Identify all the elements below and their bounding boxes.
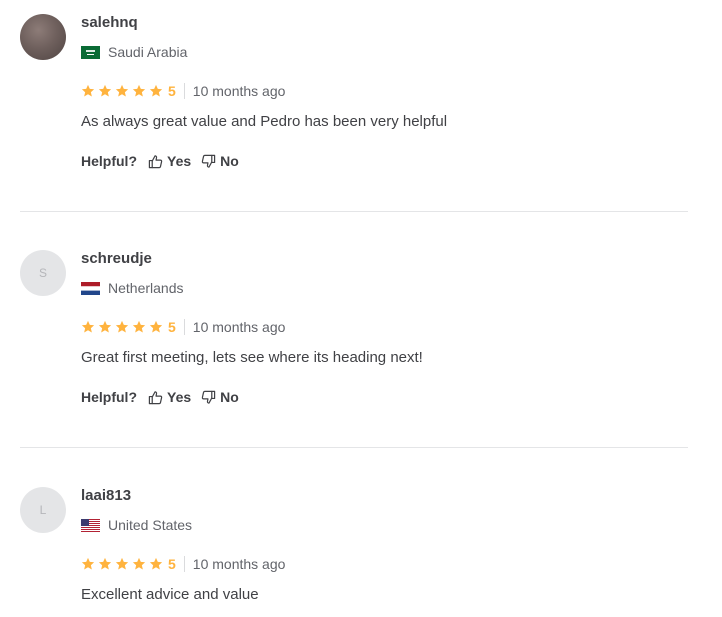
helpful-label: Helpful? <box>81 153 137 169</box>
star-icon <box>149 557 163 571</box>
rating: 5 10 months ago <box>81 555 285 573</box>
yes-label: Yes <box>167 389 192 405</box>
review-divider <box>20 211 688 212</box>
yes-label: Yes <box>167 153 192 169</box>
rating: 5 10 months ago <box>81 318 285 336</box>
star-icon <box>115 320 129 334</box>
avatar[interactable] <box>20 14 66 60</box>
star-icon <box>98 84 112 98</box>
star-icon <box>81 320 95 334</box>
review-text: As always great value and Pedro has been… <box>81 113 448 130</box>
star-icon <box>132 84 146 98</box>
helpful-yes-button[interactable]: Yes <box>148 153 191 169</box>
star-icon <box>132 320 146 334</box>
star-icon <box>98 557 112 571</box>
avatar[interactable]: L <box>20 487 66 533</box>
helpful-no-button[interactable]: No <box>201 389 239 405</box>
review-text: Excellent advice and value <box>81 586 259 603</box>
review-time: 10 months ago <box>192 83 286 99</box>
rating: 5 10 months ago <box>81 82 285 100</box>
reviewer-country: Netherlands <box>81 280 184 296</box>
star-icon <box>115 84 129 98</box>
reviewer-country: United States <box>81 517 192 533</box>
rating-value: 5 <box>168 319 176 335</box>
helpful-yes-button[interactable]: Yes <box>148 389 191 405</box>
reviewer-name[interactable]: salehnq <box>81 14 138 31</box>
star-icon <box>149 320 163 334</box>
review-time: 10 months ago <box>192 319 286 335</box>
thumbs-down-icon <box>201 154 216 169</box>
review-time: 10 months ago <box>192 556 286 572</box>
rating-value: 5 <box>168 556 176 572</box>
no-label: No <box>220 389 239 405</box>
thumbs-up-icon <box>148 390 163 405</box>
divider <box>183 83 185 99</box>
helpful-no-button[interactable]: No <box>201 153 239 169</box>
reviewer-country: Saudi Arabia <box>81 44 187 60</box>
avatar[interactable]: S <box>20 250 66 296</box>
reviewer-name[interactable]: laai813 <box>81 487 131 504</box>
review-text: Great first meeting, lets see where its … <box>81 349 423 366</box>
thumbs-up-icon <box>148 154 163 169</box>
country-name: Saudi Arabia <box>108 44 188 60</box>
star-icon <box>81 557 95 571</box>
no-label: No <box>220 153 239 169</box>
reviews-list: salehnq Saudi Arabia 5 10 months ago As … <box>0 0 722 617</box>
saudi-arabia-flag-icon <box>81 45 100 59</box>
star-icon <box>115 557 129 571</box>
star-icon <box>132 557 146 571</box>
netherlands-flag-icon <box>81 281 100 295</box>
country-name: United States <box>108 517 193 533</box>
star-icon <box>149 84 163 98</box>
star-icon <box>98 320 112 334</box>
helpful-row: Helpful? Yes No <box>81 153 249 169</box>
review-divider <box>20 447 688 448</box>
helpful-row: Helpful? Yes No <box>81 389 249 405</box>
country-name: Netherlands <box>108 280 184 296</box>
reviewer-name[interactable]: schreudje <box>81 250 152 267</box>
star-icon <box>81 84 95 98</box>
rating-value: 5 <box>168 83 176 99</box>
helpful-label: Helpful? <box>81 389 137 405</box>
thumbs-down-icon <box>201 390 216 405</box>
divider <box>183 556 185 572</box>
united-states-flag-icon <box>81 518 100 532</box>
divider <box>183 319 185 335</box>
